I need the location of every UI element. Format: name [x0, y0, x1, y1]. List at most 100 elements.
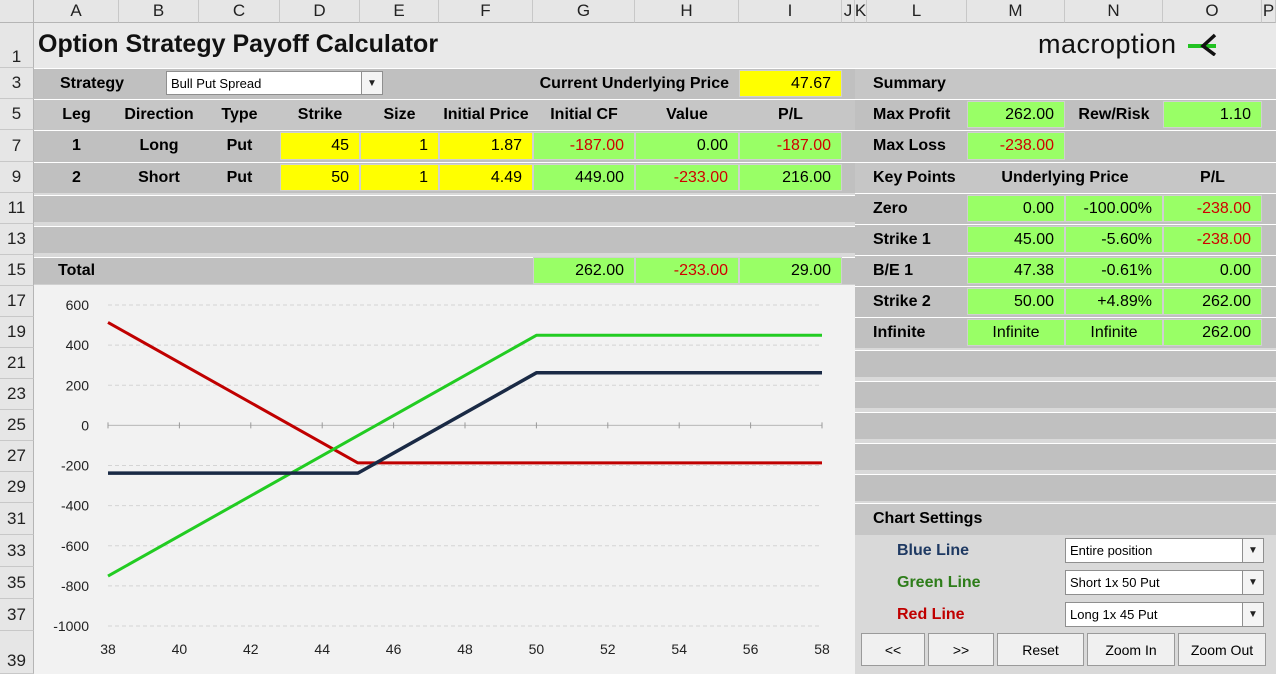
- leg-2-value: -233.00: [635, 164, 739, 191]
- key-points-header-pl: P/L: [1200, 168, 1225, 186]
- row-header-15[interactable]: 15: [0, 255, 34, 286]
- max-loss-value: -238.00: [967, 132, 1065, 160]
- leg-1-size-input[interactable]: 1: [360, 132, 439, 160]
- leg-1-initial-price-input[interactable]: 1.87: [439, 132, 533, 160]
- strategy-select[interactable]: Bull Put Spread ▼: [166, 71, 383, 95]
- reset-button[interactable]: Reset: [997, 633, 1084, 666]
- column-header-b[interactable]: B: [119, 0, 199, 23]
- row-header-23[interactable]: 23: [0, 379, 34, 410]
- row-header-7[interactable]: 7: [0, 130, 34, 162]
- leg-1-direction: Long: [139, 137, 179, 154]
- chevron-down-icon[interactable]: ▼: [1242, 539, 1263, 562]
- max-profit-value: 262.00: [967, 101, 1065, 128]
- legs-header-pl: P/L: [778, 105, 803, 123]
- underlying-label: Current Underlying Price: [539, 74, 729, 92]
- row-header-27[interactable]: 27: [0, 441, 34, 472]
- green-line-select[interactable]: Short 1x 50 Put ▼: [1065, 570, 1264, 595]
- row-header-5[interactable]: 5: [0, 99, 34, 130]
- column-header-l[interactable]: L: [867, 0, 967, 23]
- column-header-a[interactable]: A: [34, 0, 119, 23]
- row-header-37[interactable]: 37: [0, 599, 34, 631]
- leg-2-initial-price-input[interactable]: 4.49: [439, 164, 533, 191]
- column-header-i[interactable]: I: [739, 0, 842, 23]
- key-point-be-1-label: B/E 1: [873, 261, 914, 279]
- leg-1-initial-cf: -187.00: [533, 132, 635, 160]
- row-header-3[interactable]: 3: [0, 68, 34, 99]
- y-tick-label: -200: [61, 458, 89, 474]
- column-header-d[interactable]: D: [280, 0, 360, 23]
- y-tick-label: 200: [66, 377, 90, 393]
- key-point-infinite-price: Infinite: [967, 319, 1065, 346]
- strategy-select-value: Bull Put Spread: [171, 75, 262, 91]
- column-header-j[interactable]: J: [842, 0, 855, 23]
- legs-header-type: Type: [221, 105, 258, 123]
- y-tick-label: -1000: [53, 618, 89, 634]
- red-line-select[interactable]: Long 1x 45 Put ▼: [1065, 602, 1264, 627]
- payoff-chart: 600 400 200 0 -200 -400 -600 -800 -1000 38 40 42 44 4…: [53, 297, 830, 657]
- key-point-zero-price: 0.00: [967, 195, 1065, 222]
- chevron-down-icon[interactable]: ▼: [361, 72, 382, 94]
- column-header-e[interactable]: E: [360, 0, 439, 23]
- key-point-be-1-price: 47.38: [967, 257, 1065, 284]
- chevron-down-icon[interactable]: ▼: [1242, 603, 1263, 626]
- key-point-zero-pl: -238.00: [1163, 195, 1262, 222]
- row-header-25[interactable]: 25: [0, 410, 34, 441]
- column-header-h[interactable]: H: [635, 0, 739, 23]
- legs-header-strike: Strike: [297, 105, 343, 123]
- row-header-9[interactable]: 9: [0, 162, 34, 193]
- key-point-strike-1-label: Strike 1: [873, 230, 931, 248]
- row-header-11[interactable]: 11: [0, 193, 34, 224]
- row-header-17[interactable]: 17: [0, 286, 34, 317]
- blue-line-select[interactable]: Entire position ▼: [1065, 538, 1264, 563]
- select-all-corner[interactable]: [0, 0, 34, 23]
- x-tick-label: 42: [243, 641, 259, 657]
- leg-2-number: 2: [72, 168, 81, 186]
- row-header-31[interactable]: 31: [0, 503, 34, 535]
- row-header-39[interactable]: 39: [0, 631, 34, 674]
- row-header-35[interactable]: 35: [0, 567, 34, 599]
- zoom-in-button[interactable]: Zoom In: [1087, 633, 1175, 666]
- row-header-29[interactable]: 29: [0, 472, 34, 503]
- leg-1-value: 0.00: [635, 132, 739, 160]
- row-header-33[interactable]: 33: [0, 535, 34, 567]
- chevron-down-icon[interactable]: ▼: [1242, 571, 1263, 594]
- column-header-n[interactable]: N: [1065, 0, 1163, 23]
- leg-1-number: 1: [72, 137, 81, 154]
- leg-1-strike-input[interactable]: 45: [280, 132, 360, 160]
- empty-leg-row-3: [34, 195, 855, 222]
- x-tick-label: 48: [457, 641, 473, 657]
- column-header-o[interactable]: O: [1163, 0, 1262, 23]
- column-header-f[interactable]: F: [439, 0, 533, 23]
- key-point-strike-1-price: 45.00: [967, 226, 1065, 253]
- x-tick-label: 54: [671, 641, 687, 657]
- key-point-strike-2-pl: 262.00: [1163, 288, 1262, 315]
- max-loss-label: Max Loss: [873, 137, 946, 154]
- column-header-k[interactable]: K: [855, 0, 867, 23]
- row-header-1[interactable]: 1: [0, 23, 34, 68]
- red-line-select-value: Long 1x 45 Put: [1070, 607, 1158, 622]
- column-header-g[interactable]: G: [533, 0, 635, 23]
- logo-text: macroption: [1038, 28, 1177, 59]
- column-header-m[interactable]: M: [967, 0, 1065, 23]
- leg-1-pl: -187.00: [739, 132, 842, 160]
- column-header-c[interactable]: C: [199, 0, 280, 23]
- column-header-p[interactable]: P: [1262, 0, 1276, 23]
- x-tick-label: 52: [600, 641, 616, 657]
- key-point-infinite-pct: Infinite: [1065, 319, 1163, 346]
- payoff-chart-area: 600 400 200 0 -200 -400 -600 -800 -1000 38 40 42 44 4…: [34, 284, 855, 674]
- row-header-21[interactable]: 21: [0, 348, 34, 379]
- max-profit-label: Max Profit: [873, 105, 951, 123]
- leg-2-size-input[interactable]: 1: [360, 164, 439, 191]
- x-tick-label: 38: [100, 641, 116, 657]
- series-line-2: [107, 321, 822, 465]
- leg-2-strike-input[interactable]: 50: [280, 164, 360, 191]
- next-button[interactable]: >>: [928, 633, 994, 666]
- key-point-strike-2-price: 50.00: [967, 288, 1065, 315]
- x-tick-label: 46: [386, 641, 402, 657]
- zoom-out-button[interactable]: Zoom Out: [1178, 633, 1266, 666]
- row-header-13[interactable]: 13: [0, 224, 34, 255]
- empty-leg-row-4: [34, 226, 855, 253]
- underlying-price-input[interactable]: 47.67: [739, 70, 842, 97]
- row-header-19[interactable]: 19: [0, 317, 34, 348]
- prev-button[interactable]: <<: [861, 633, 925, 666]
